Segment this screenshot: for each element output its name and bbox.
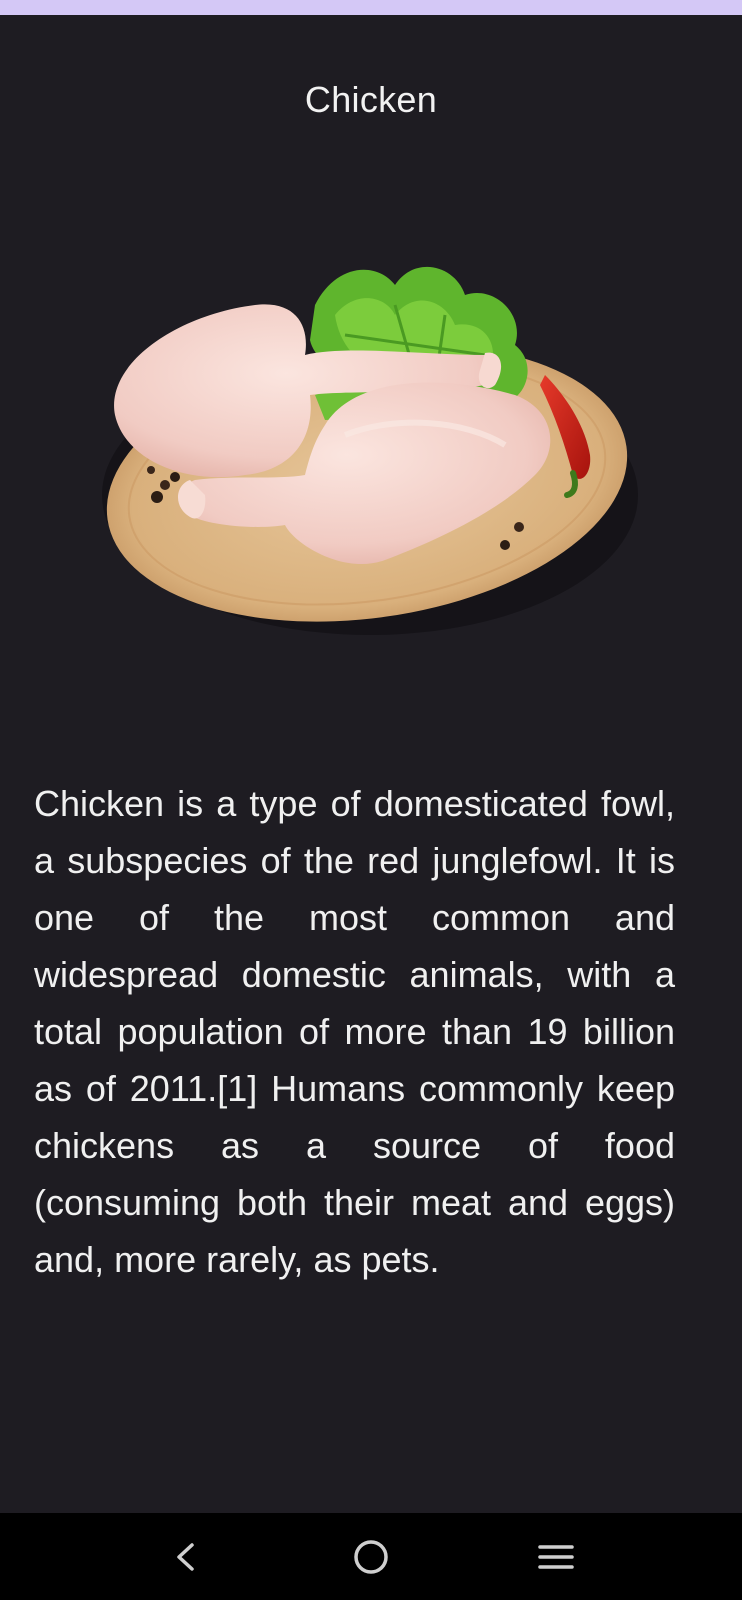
chicken-description: Chicken is a type of domesticated fowl, … <box>34 783 675 1280</box>
app-screen: Chicken Chicken is a type of domesticate… <box>0 15 742 1513</box>
circle-home-icon <box>354 1539 388 1574</box>
page-title: Chicken <box>304 79 438 121</box>
back-button[interactable] <box>136 1513 236 1600</box>
system-navigation-bar <box>0 1513 742 1600</box>
home-button[interactable] <box>321 1513 421 1600</box>
recents-button[interactable] <box>506 1513 606 1600</box>
status-bar <box>0 0 742 15</box>
three-lines-recents-icon <box>538 1544 574 1569</box>
raw-chicken-legs-on-wooden-board-image <box>102 266 638 635</box>
chevron-left-icon <box>177 1542 194 1571</box>
chicken-image <box>95 245 645 665</box>
